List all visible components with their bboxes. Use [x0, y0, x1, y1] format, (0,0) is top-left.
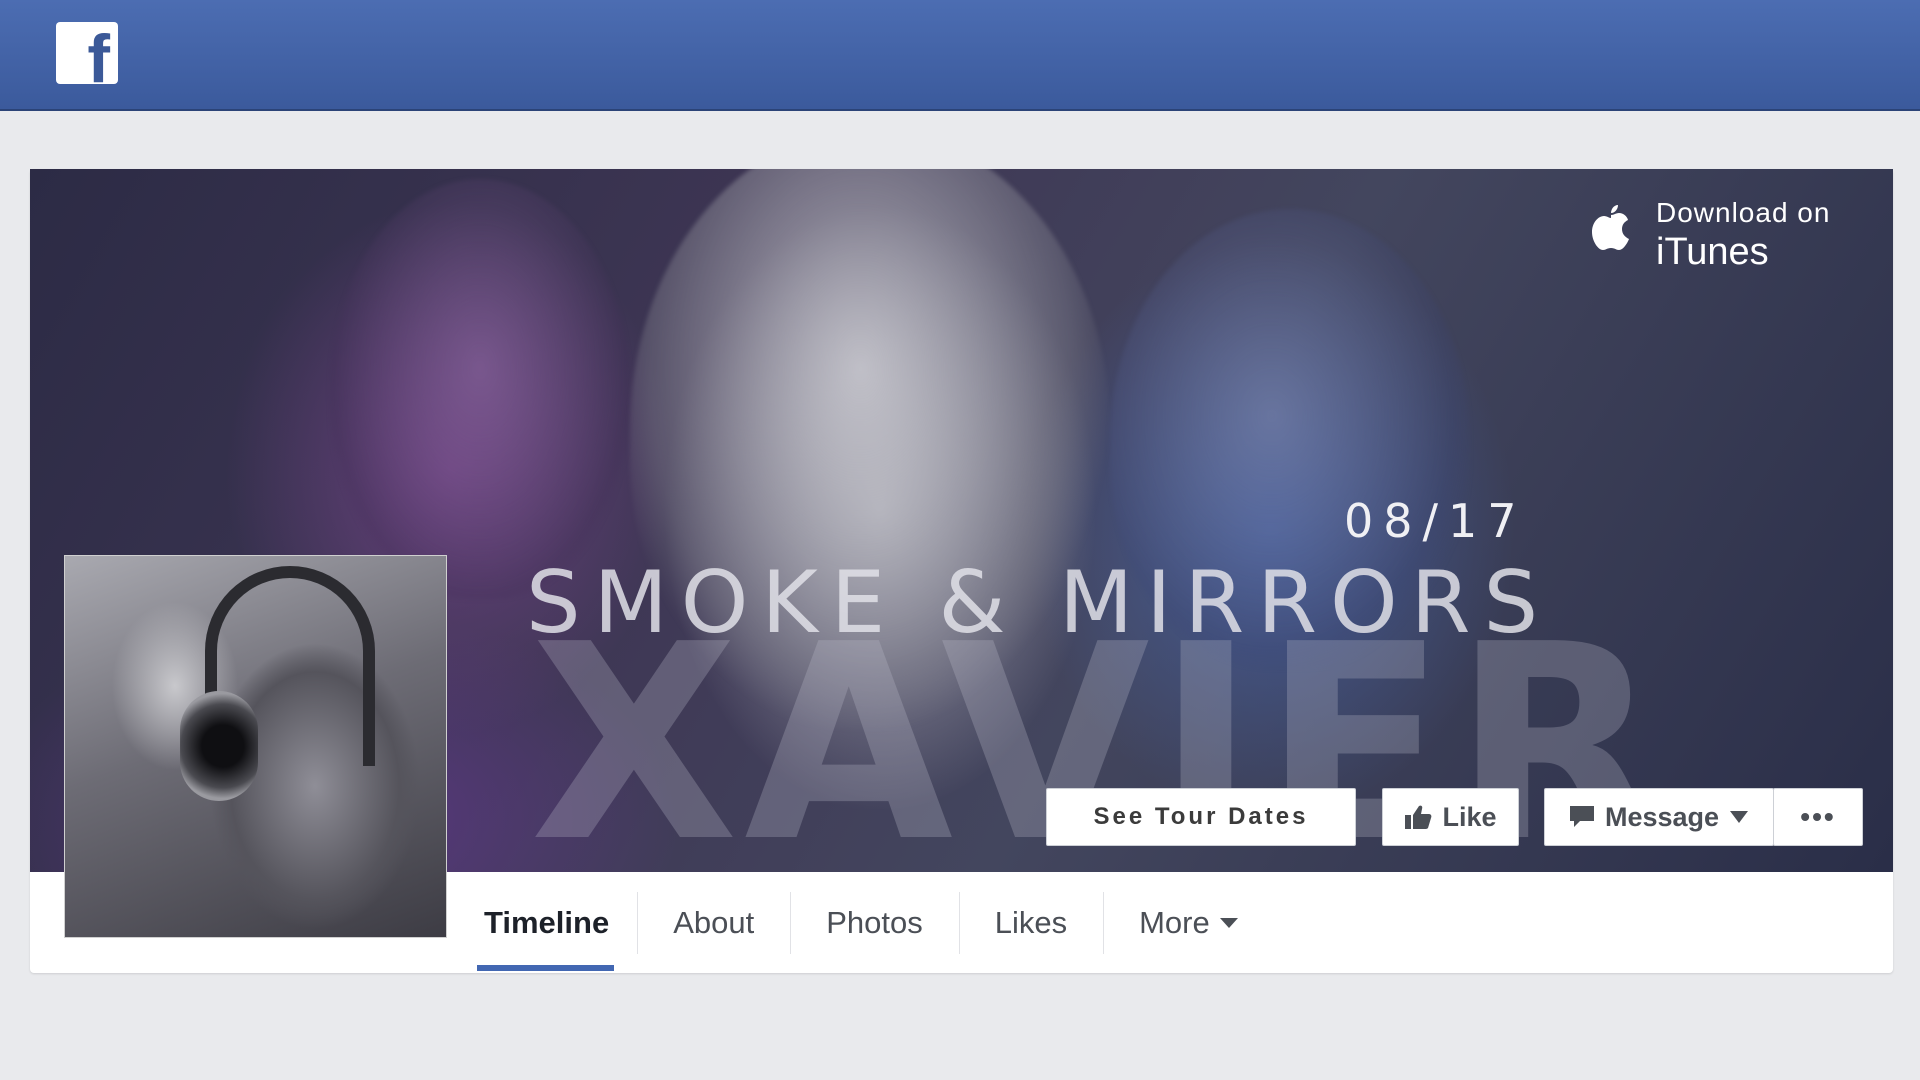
- ellipsis-icon: •••: [1800, 801, 1836, 832]
- profile-tabs: Timeline About Photos Likes More: [474, 872, 1274, 973]
- apple-icon: [1592, 205, 1629, 250]
- itunes-line-2: iTunes: [1656, 231, 1769, 273]
- itunes-line-1: Download on: [1656, 197, 1831, 228]
- profile-picture[interactable]: [64, 555, 447, 938]
- speech-bubble-icon: [1569, 806, 1594, 827]
- album-title: SMOKE & MIRRORS: [526, 553, 1552, 653]
- itunes-download-badge[interactable]: Download on iTunes: [1590, 197, 1850, 277]
- tab-about[interactable]: About: [637, 872, 790, 973]
- tab-label: Photos: [826, 904, 923, 940]
- cover-face-left: [330, 179, 630, 599]
- message-label: Message: [1604, 801, 1720, 832]
- caret-down-icon: [1219, 917, 1238, 928]
- more-options-button[interactable]: •••: [1773, 788, 1863, 846]
- facebook-logo-letter: f: [87, 22, 110, 84]
- facebook-logo-icon[interactable]: f: [56, 22, 118, 84]
- tab-label: About: [673, 904, 755, 940]
- like-label: Like: [1442, 801, 1497, 832]
- caret-down-icon[interactable]: [1729, 810, 1749, 824]
- tab-label: Timeline: [484, 904, 610, 940]
- like-button[interactable]: Like: [1382, 788, 1519, 846]
- see-tour-dates-button[interactable]: See Tour Dates: [1046, 788, 1356, 846]
- tab-likes[interactable]: Likes: [958, 872, 1103, 973]
- release-date: 08/17: [1344, 494, 1527, 548]
- tab-label: More: [1139, 904, 1210, 940]
- thumbs-up-icon: [1405, 805, 1432, 829]
- tab-more[interactable]: More: [1103, 872, 1274, 973]
- message-button[interactable]: Message: [1544, 788, 1774, 846]
- tab-label: Likes: [994, 904, 1068, 940]
- see-tour-dates-label: See Tour Dates: [1093, 803, 1309, 830]
- tab-photos[interactable]: Photos: [790, 872, 959, 973]
- headphones-cup: [180, 691, 258, 801]
- tab-timeline[interactable]: Timeline: [474, 872, 617, 973]
- top-navigation-bar: f: [0, 0, 1920, 111]
